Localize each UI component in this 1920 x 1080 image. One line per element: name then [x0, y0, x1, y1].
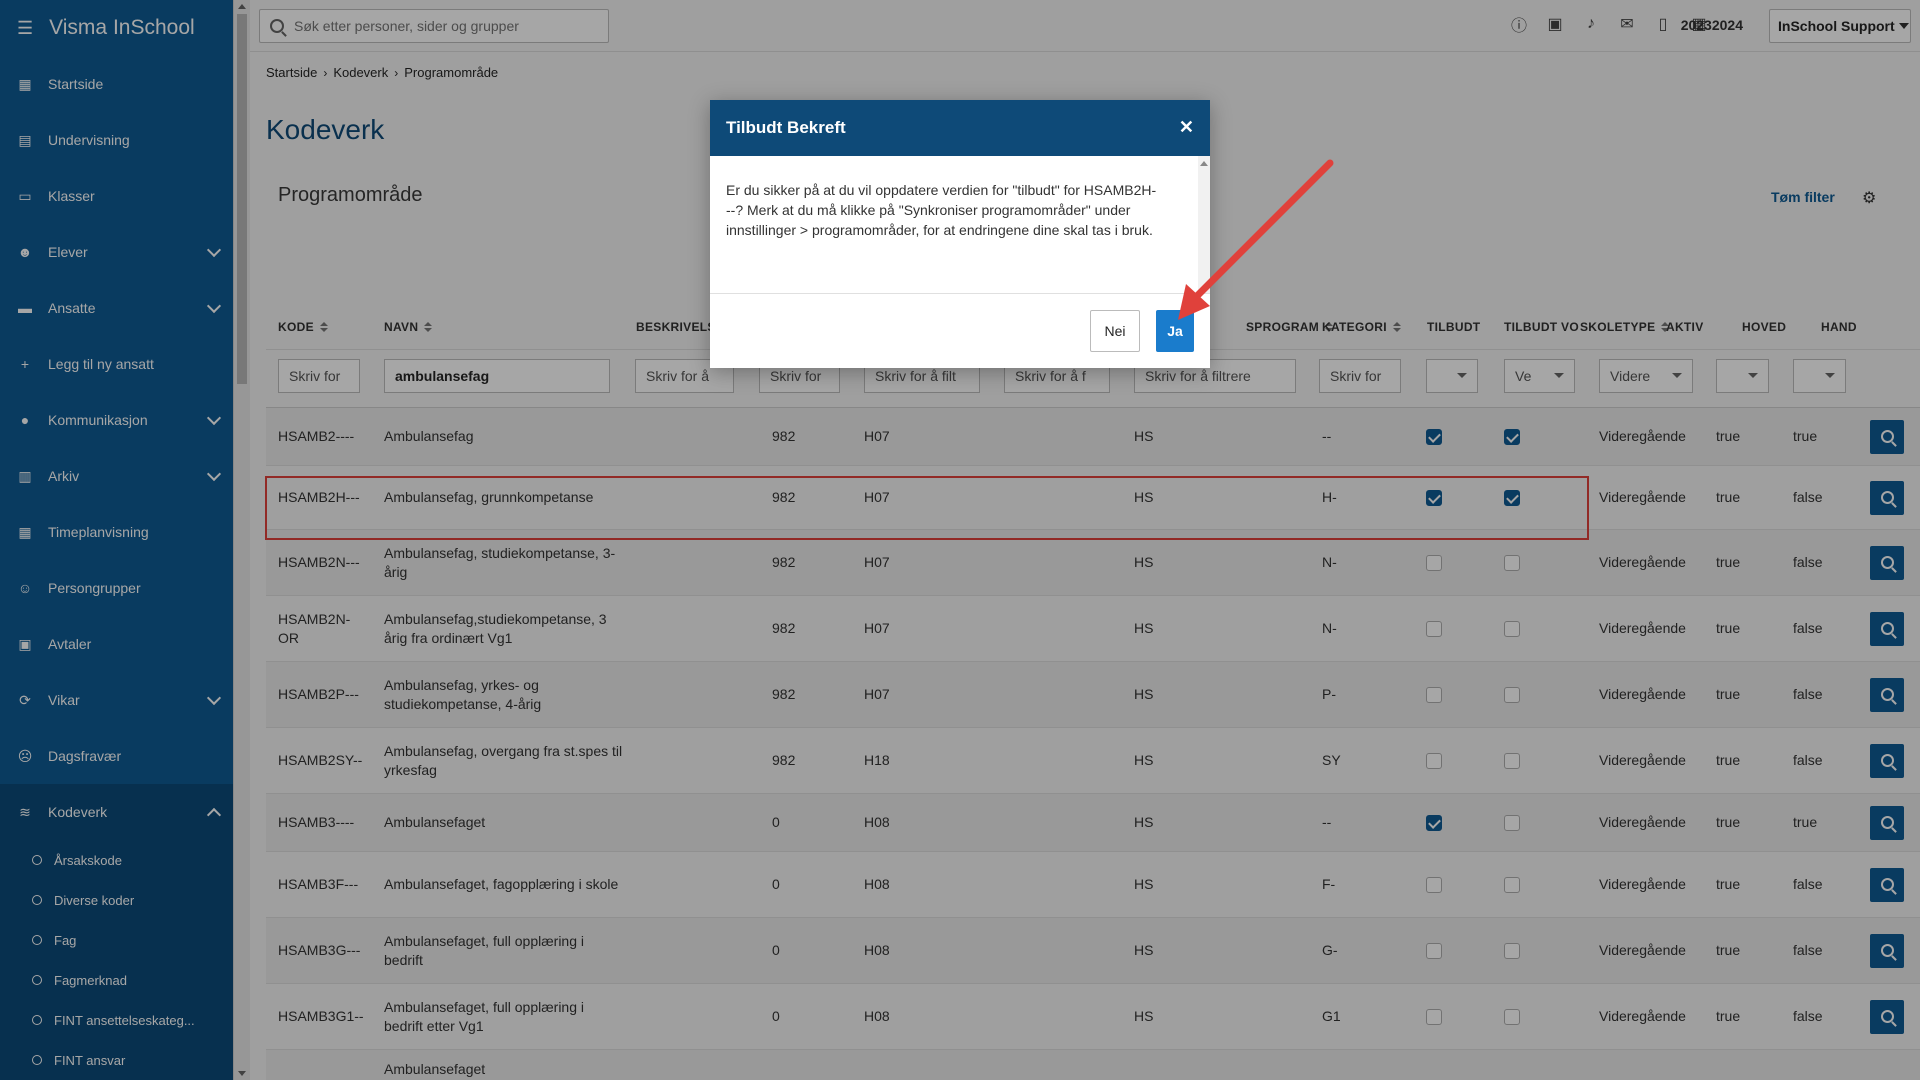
dialog-body: Er du sikker på at du vil oppdatere verd… — [710, 156, 1210, 294]
dialog-scrollbar[interactable] — [1198, 156, 1210, 293]
dialog-message: Er du sikker på at du vil oppdatere verd… — [726, 182, 1157, 238]
close-icon[interactable]: ✕ — [1179, 117, 1194, 138]
no-button[interactable]: Nei — [1090, 310, 1140, 352]
scroll-up-arrow-icon[interactable] — [1200, 161, 1208, 166]
dialog-header: Tilbudt Bekreft ✕ — [710, 100, 1210, 156]
yes-button[interactable]: Ja — [1156, 310, 1194, 352]
dialog-footer: Nei Ja — [710, 294, 1210, 368]
confirm-dialog: Tilbudt Bekreft ✕ Er du sikker på at du … — [710, 100, 1210, 368]
dialog-title: Tilbudt Bekreft — [726, 118, 846, 137]
